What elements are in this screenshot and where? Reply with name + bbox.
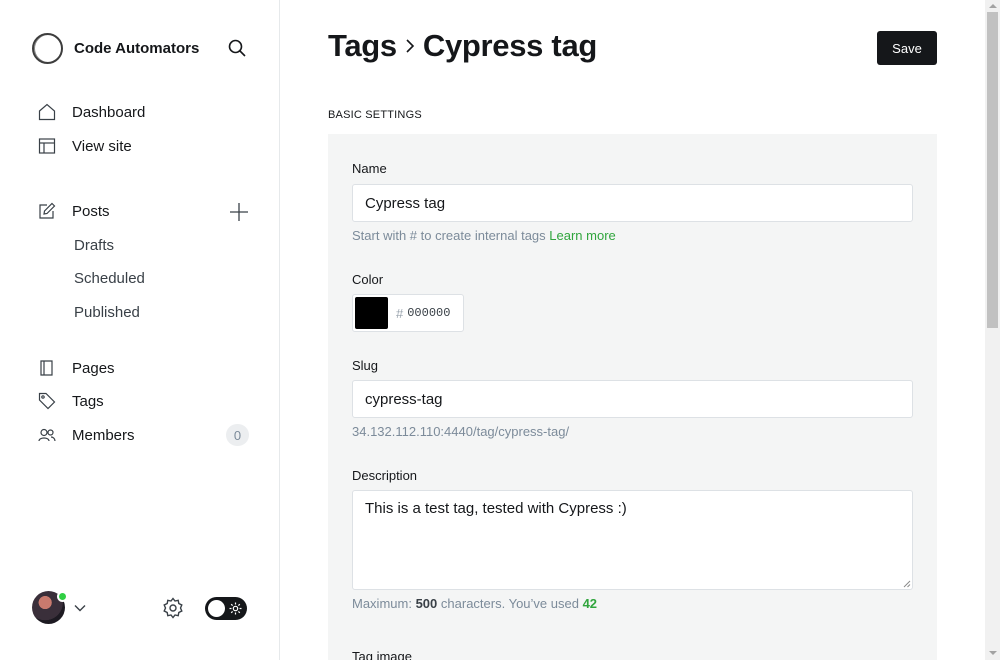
hash-prefix: #	[396, 305, 404, 321]
nav-dashboard[interactable]: Dashboard	[38, 100, 145, 124]
slug-input[interactable]: cypress-tag	[352, 380, 913, 418]
sun-icon	[229, 602, 242, 615]
nav-view-site[interactable]: View site	[38, 134, 132, 158]
members-count-badge: 0	[226, 424, 249, 446]
desc-hint-prefix: Maximum:	[352, 596, 412, 611]
nav-view-site-label: View site	[72, 137, 132, 155]
name-hint-text: Start with # to create internal tags	[352, 228, 546, 243]
tag-image-label: Tag image	[352, 649, 412, 660]
nav-pages-label: Pages	[72, 359, 115, 377]
toggle-knob	[208, 600, 225, 617]
members-icon	[38, 428, 56, 442]
nav-scheduled[interactable]: Scheduled	[74, 270, 145, 287]
color-picker[interactable]: # 000000	[352, 294, 464, 332]
chevron-down-icon[interactable]	[74, 602, 86, 614]
pencil-icon	[39, 202, 56, 219]
nav-dashboard-label: Dashboard	[72, 103, 146, 121]
nav-published[interactable]: Published	[74, 304, 140, 321]
name-input[interactable]: Cypress tag	[352, 184, 913, 222]
brand[interactable]: Code Automators	[32, 32, 199, 64]
online-status-indicator	[57, 591, 68, 602]
nav-members[interactable]: Members	[38, 423, 135, 447]
form-fields: Name Cypress tag Start with # to create …	[280, 0, 985, 660]
scroll-up-arrow[interactable]	[989, 4, 997, 8]
dark-mode-toggle[interactable]	[205, 597, 247, 620]
nav-posts-label: Posts	[72, 202, 110, 220]
nav-tags-label: Tags	[72, 392, 104, 410]
desc-hint-mid: characters. You’ve used	[440, 596, 579, 611]
home-icon	[38, 103, 56, 121]
color-label: Color	[352, 272, 384, 287]
slug-url: 34.132.112.110:4440/tag/cypress-tag/	[352, 424, 570, 439]
slug-label: Slug	[352, 358, 379, 373]
nav-drafts[interactable]: Drafts	[74, 237, 114, 254]
pages-icon	[40, 360, 53, 376]
description-textarea[interactable]: This is a test tag, tested with Cypress …	[352, 490, 913, 590]
color-hex-input[interactable]: 000000	[407, 306, 450, 320]
site-logo	[32, 32, 63, 64]
nav-members-label: Members	[72, 426, 135, 444]
name-label: Name	[352, 161, 387, 176]
name-hint: Start with # to create internal tags Lea…	[352, 228, 616, 243]
page-scrollbar[interactable]	[985, 0, 1000, 660]
search-icon[interactable]	[228, 39, 246, 57]
nav-tags[interactable]: Tags	[38, 389, 104, 413]
tag-icon	[38, 392, 56, 410]
gear-icon[interactable]	[162, 597, 184, 619]
resize-grip-icon[interactable]	[903, 580, 911, 588]
description-value: This is a test tag, tested with Cypress …	[365, 500, 627, 517]
scroll-thumb[interactable]	[987, 12, 998, 328]
nav-posts[interactable]: Posts	[38, 199, 110, 223]
sidebar: Code Automators Dashboard View site Post…	[0, 0, 280, 660]
scroll-down-arrow[interactable]	[989, 651, 997, 655]
site-name: Code Automators	[74, 39, 200, 57]
add-post-icon[interactable]	[229, 202, 249, 222]
description-label: Description	[352, 468, 418, 483]
desc-max: 500	[415, 596, 438, 611]
learn-more-link[interactable]: Learn more	[549, 228, 615, 243]
color-swatch[interactable]	[355, 297, 388, 329]
desc-used-count: 42	[582, 596, 598, 611]
description-hint: Maximum: 500 characters. You’ve used 42	[352, 596, 597, 611]
layout-icon	[38, 138, 56, 154]
nav-pages[interactable]: Pages	[38, 356, 115, 380]
